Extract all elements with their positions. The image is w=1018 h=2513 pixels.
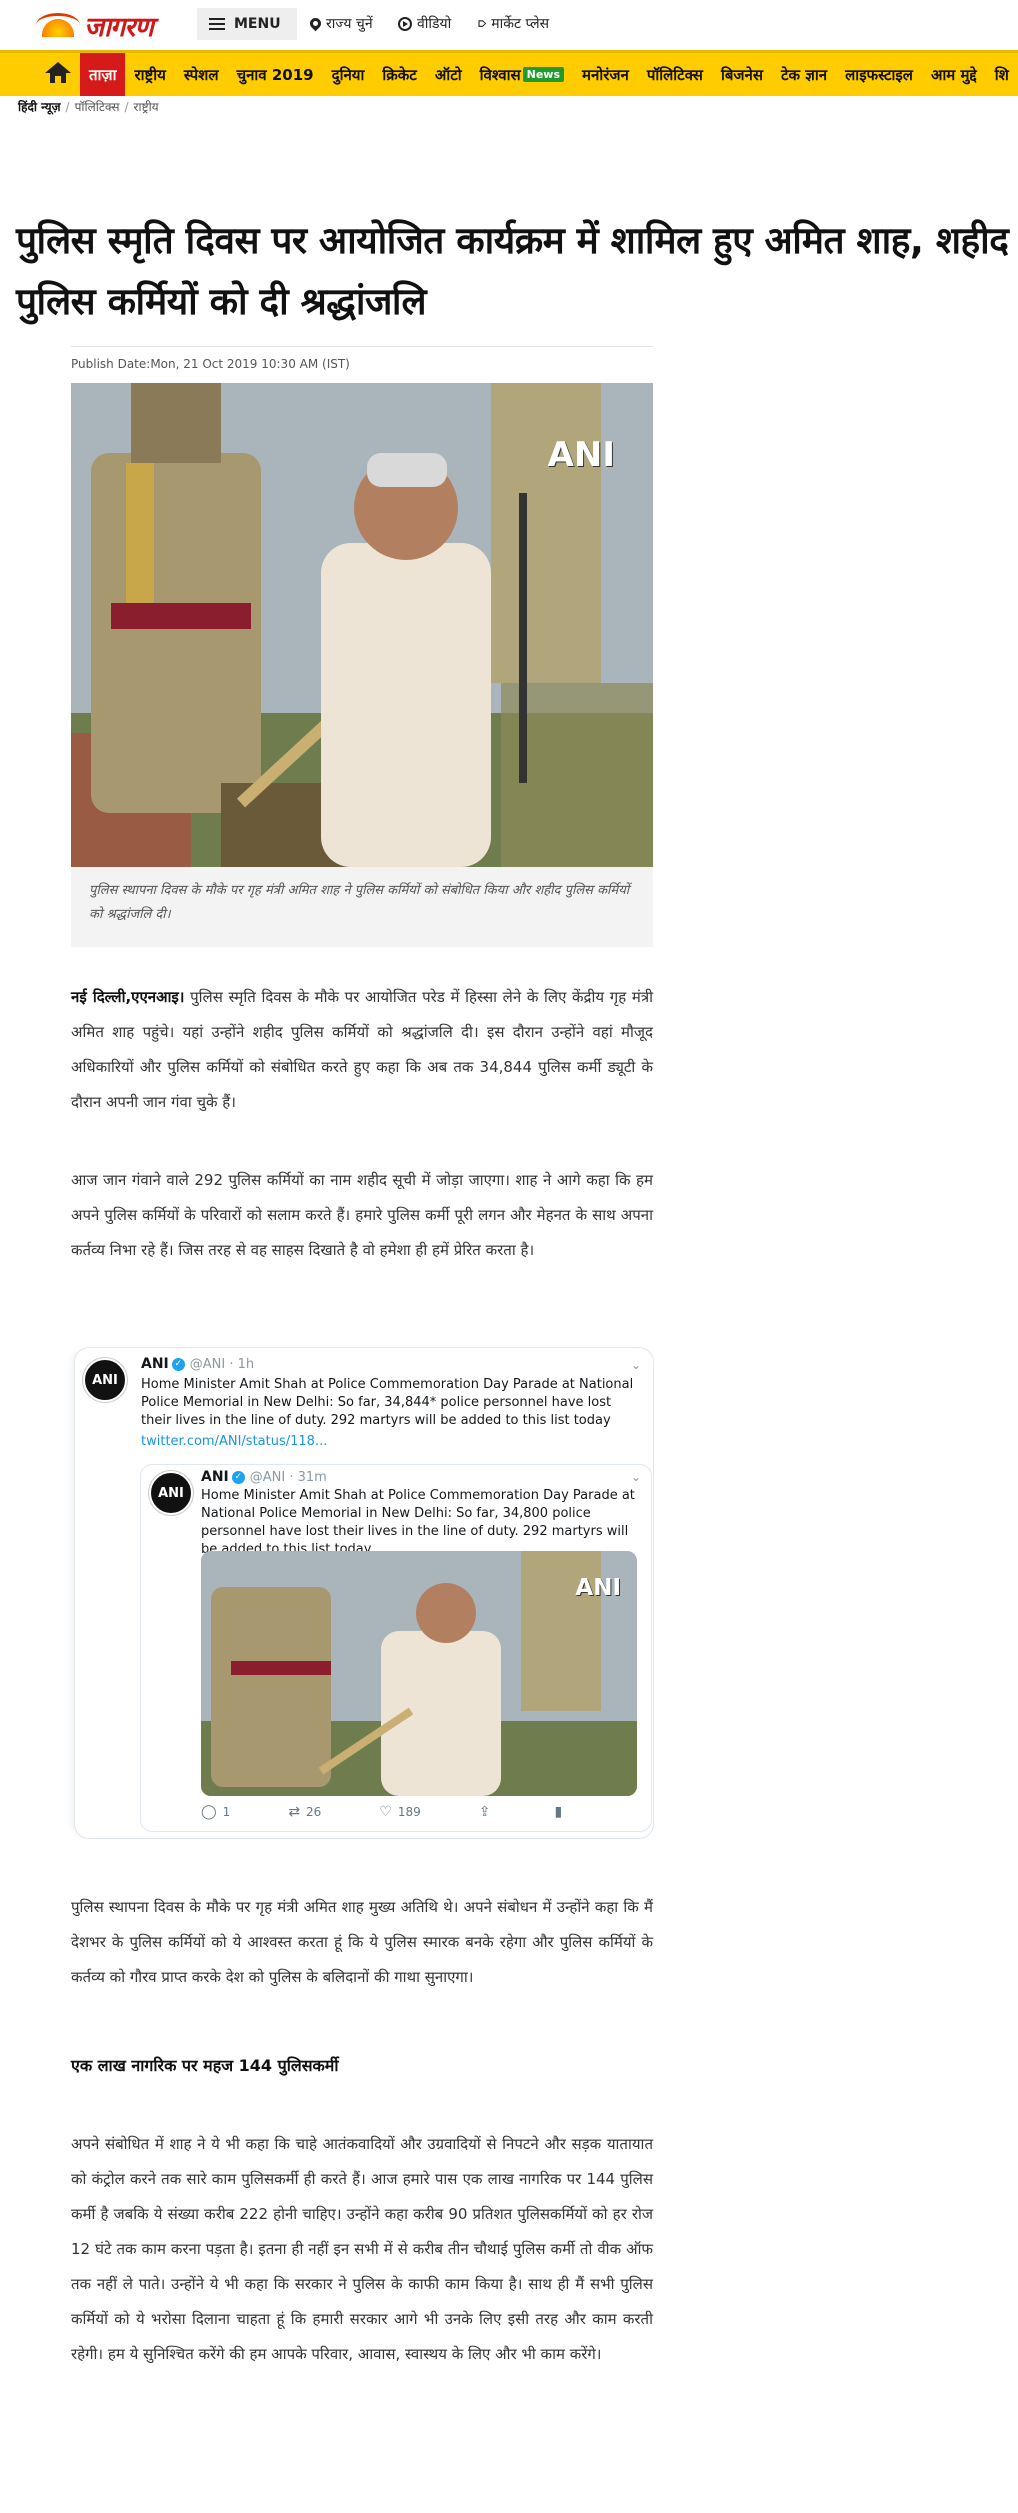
top-header: जागरण MENU राज्य चुनें वीडियो ⌂ मार्केट … [0, 0, 1018, 50]
jagran-logo[interactable]: जागरण [36, 8, 154, 43]
video-link[interactable]: वीडियो [398, 14, 451, 33]
tweet-text: Home Minister Amit Shah at Police Commem… [141, 1377, 634, 1428]
article-headline: पुलिस स्मृति दिवस पर आयोजित कार्यक्रम मे… [16, 219, 1009, 323]
tweet-actions: ◯ 1 ⇄ 26 ♡ 189 ⇪ ▮ [201, 1804, 621, 1820]
nav-item-politics[interactable]: पॉलिटिक्स [638, 53, 712, 96]
hamburger-icon [209, 18, 225, 30]
tweet-avatar[interactable]: ANI [83, 1358, 127, 1402]
analytics-icon: ▮ [554, 1804, 563, 1820]
nav-item-manoranjan[interactable]: मनोरंजन [573, 53, 638, 96]
chevron-down-icon[interactable]: ⌄ [631, 1470, 641, 1484]
reply-button[interactable]: ◯ 1 [201, 1804, 230, 1820]
nav-item-chunav[interactable]: चुनाव 2019 [228, 53, 323, 96]
breadcrumb: हिंदी न्यूज़ / पॉलिटिक्स / राष्ट्रीय [18, 100, 159, 114]
divider [71, 346, 653, 347]
nav-item-taza[interactable]: ताज़ा [80, 53, 126, 96]
analytics-button[interactable]: ▮ [555, 1804, 569, 1820]
tag-icon: ⌂ [474, 19, 490, 28]
quoted-tweet-text: Home Minister Amit Shah at Police Commem… [201, 1488, 635, 1557]
quoted-tweet-author[interactable]: ANI ✓ @ANI · 31m [201, 1469, 327, 1485]
menu-button[interactable]: MENU [197, 8, 297, 40]
quoted-tweet-avatar[interactable]: ANI [149, 1471, 193, 1515]
home-button[interactable] [36, 53, 80, 96]
article-subheading: एक लाख नागरिक पर महज 144 पुलिसकर्मी [71, 2056, 339, 2075]
share-icon: ⇪ [478, 1804, 491, 1820]
tweet-author[interactable]: ANI ✓ @ANI · 1h [141, 1356, 254, 1372]
sun-logo-icon [36, 13, 80, 37]
breadcrumb-hindi-news[interactable]: हिंदी न्यूज़ [18, 100, 61, 114]
nav-item-aam-mudde[interactable]: आम मुद्दे [922, 53, 986, 96]
tweet-handle: @ANI · 1h [189, 1356, 255, 1372]
reply-icon: ◯ [201, 1804, 217, 1820]
nav-item-business[interactable]: बिजनेस [712, 53, 772, 96]
retweet-button[interactable]: ⇄ 26 [288, 1804, 321, 1820]
share-button[interactable]: ⇪ [479, 1804, 497, 1820]
select-state-link[interactable]: राज्य चुनें [307, 14, 373, 33]
breadcrumb-politics[interactable]: पॉलिटिक्स [75, 100, 120, 114]
nav-item-vishvas-news[interactable]: विश्वास News [471, 53, 573, 96]
verified-badge-icon: ✓ [171, 1357, 185, 1371]
chevron-down-icon[interactable]: ⌄ [631, 1358, 641, 1372]
paragraph-2: आज जान गंवाने वाले 292 पुलिस कर्मियों का… [71, 1171, 653, 1259]
ani-watermark: ANI [575, 1575, 621, 1601]
nav-item-rashtriya[interactable]: राष्ट्रीय [125, 53, 174, 96]
verified-badge-icon: ✓ [231, 1470, 245, 1484]
embedded-tweet[interactable]: ANI ANI ✓ @ANI · 1h ⌄ Home Minister Amit S… [75, 1348, 653, 1838]
heart-icon: ♡ [379, 1804, 392, 1820]
photo-caption: पुलिस स्थापना दिवस के मौके पर गृह मंत्री… [71, 867, 653, 947]
publish-date: Publish Date:Mon, 21 Oct 2019 10:30 AM (… [71, 357, 350, 371]
nav-item-shiksha[interactable]: शि [986, 53, 1018, 96]
ani-watermark: ANI [547, 435, 615, 475]
tweet-link[interactable]: twitter.com/ANI/status/118... [141, 1434, 327, 1449]
dateline: नई दिल्ली,एएनआइ। [71, 988, 185, 1006]
nav-item-auto[interactable]: ऑटो [426, 53, 471, 96]
nav-item-lifestyle[interactable]: लाइफस्टाइल [836, 53, 922, 96]
home-icon [45, 61, 71, 84]
location-pin-icon [307, 15, 324, 32]
play-circle-icon [398, 16, 412, 31]
breadcrumb-rashtriya[interactable]: राष्ट्रीय [134, 100, 159, 114]
quoted-photo-scene [201, 1551, 637, 1796]
quoted-tweet-photo[interactable]: ANI [201, 1551, 637, 1796]
paragraph-1: नई दिल्ली,एएनआइ। पुलिस स्मृति दिवस के मौ… [71, 988, 653, 1111]
nav-item-tech[interactable]: टेक ज्ञान [772, 53, 836, 96]
marketplace-link[interactable]: ⌂ मार्केट प्लेस [474, 14, 549, 33]
news-badge: News [522, 67, 565, 82]
nav-item-special[interactable]: स्पेशल [175, 53, 228, 96]
quoted-tweet[interactable]: ANI ANI ✓ @ANI · 31m ⌄ Home Minister Amit … [140, 1464, 652, 1832]
paragraph-4: अपने संबोधित में शाह ने ये भी कहा कि चाह… [71, 2135, 653, 2363]
quoted-tweet-handle: @ANI · 31m [249, 1469, 327, 1485]
retweet-icon: ⇄ [288, 1804, 301, 1820]
paragraph-3: पुलिस स्थापना दिवस के मौके पर गृह मंत्री… [71, 1898, 653, 1986]
article-photo: ANI [71, 383, 653, 867]
menu-label: MENU [234, 16, 281, 32]
nav-item-duniya[interactable]: दुनिया [323, 53, 374, 96]
main-nav: ताज़ा राष्ट्रीय स्पेशल चुनाव 2019 दुनिया… [0, 50, 1018, 96]
like-button[interactable]: ♡ 189 [379, 1804, 420, 1820]
nav-item-cricket[interactable]: क्रिकेट [373, 53, 426, 96]
